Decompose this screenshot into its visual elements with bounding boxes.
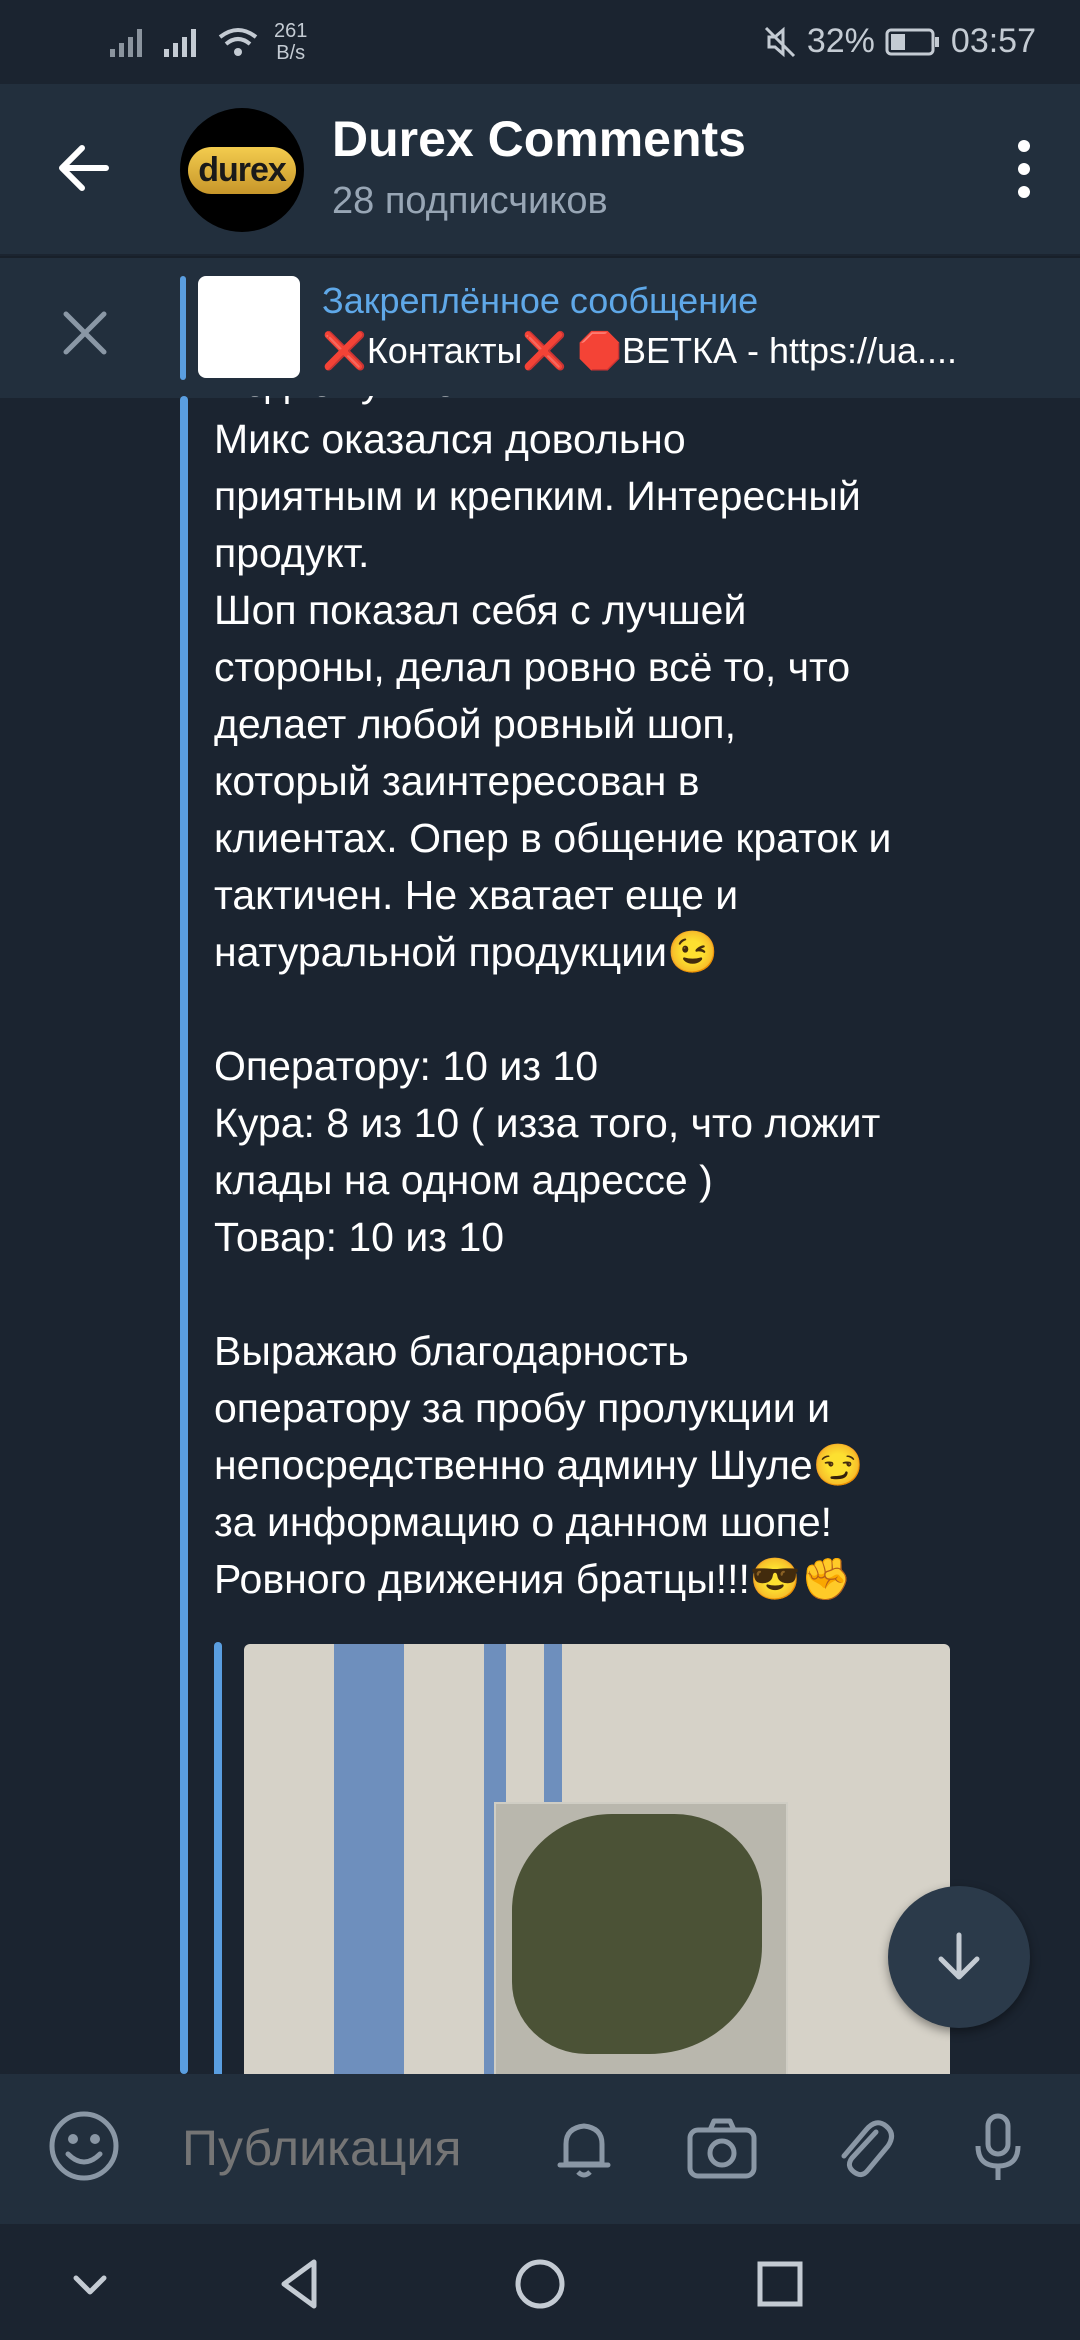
composer <box>0 2074 1080 2224</box>
net-speed-unit: B/s <box>276 42 306 64</box>
status-right: 32% 03:57 <box>763 22 1036 61</box>
pinned-accent-bar <box>180 276 186 380</box>
attach-icon[interactable] <box>824 2108 904 2188</box>
pinned-title: Закреплённое сообщение <box>322 280 759 321</box>
net-speed-value: 261 <box>274 20 308 42</box>
pinned-text: ❌Контакты❌ 🛑ВЕТКА - https://ua.... <box>322 330 958 371</box>
wifi-icon <box>218 28 258 56</box>
pinned-thumbnail <box>198 276 300 378</box>
chat-header: durex Durex Comments 28 подписчиков <box>0 84 1080 254</box>
battery-percent: 32% <box>806 22 875 60</box>
more-vert-icon[interactable] <box>994 134 1054 204</box>
nav-recents-icon[interactable] <box>750 2254 810 2314</box>
signal-icon-2 <box>164 29 196 57</box>
net-speed: 261 B/s <box>274 20 307 64</box>
channel-title[interactable]: Durex Comments <box>332 110 746 168</box>
camera-icon[interactable] <box>682 2108 762 2188</box>
message-text: Подвожу итоги. Микс оказался довольно пр… <box>214 396 892 1602</box>
mute-icon <box>764 26 795 57</box>
nav-home-icon[interactable] <box>510 2254 570 2314</box>
avatar-logo: durex <box>188 146 296 194</box>
scroll-down-button[interactable] <box>888 1886 1030 2028</box>
battery-icon <box>885 28 939 55</box>
photo-quote-bar <box>214 1642 222 2074</box>
message-list[interactable]: Подвожу итоги. Микс оказался довольно пр… <box>0 396 1080 2074</box>
status-bar: 261 B/s 32% 03:57 <box>0 0 1080 84</box>
message-photo[interactable] <box>244 1644 950 2074</box>
reply-quote-bar <box>180 396 188 2074</box>
message-input[interactable] <box>180 2118 544 2178</box>
chevron-down-icon[interactable] <box>60 2254 120 2314</box>
photo-content <box>512 1814 762 2054</box>
channel-avatar[interactable]: durex <box>180 108 304 232</box>
pinned-message-bar[interactable]: Закреплённое сообщение ❌Контакты❌ 🛑ВЕТКА… <box>0 256 1080 398</box>
close-icon[interactable] <box>50 298 120 368</box>
nav-back-icon[interactable] <box>270 2254 330 2314</box>
back-arrow-icon[interactable] <box>52 136 116 200</box>
status-left: 261 B/s <box>108 20 307 64</box>
system-nav-bar <box>0 2224 1080 2340</box>
photo-stripe <box>334 1644 404 2074</box>
signal-icon <box>110 29 142 57</box>
arrow-down-icon <box>938 1932 980 1980</box>
subscriber-count: 28 подписчиков <box>332 180 608 222</box>
clock: 03:57 <box>950 22 1036 60</box>
bell-icon[interactable] <box>544 2108 624 2188</box>
mic-icon[interactable] <box>958 2108 1038 2188</box>
emoji-icon[interactable] <box>44 2106 124 2186</box>
